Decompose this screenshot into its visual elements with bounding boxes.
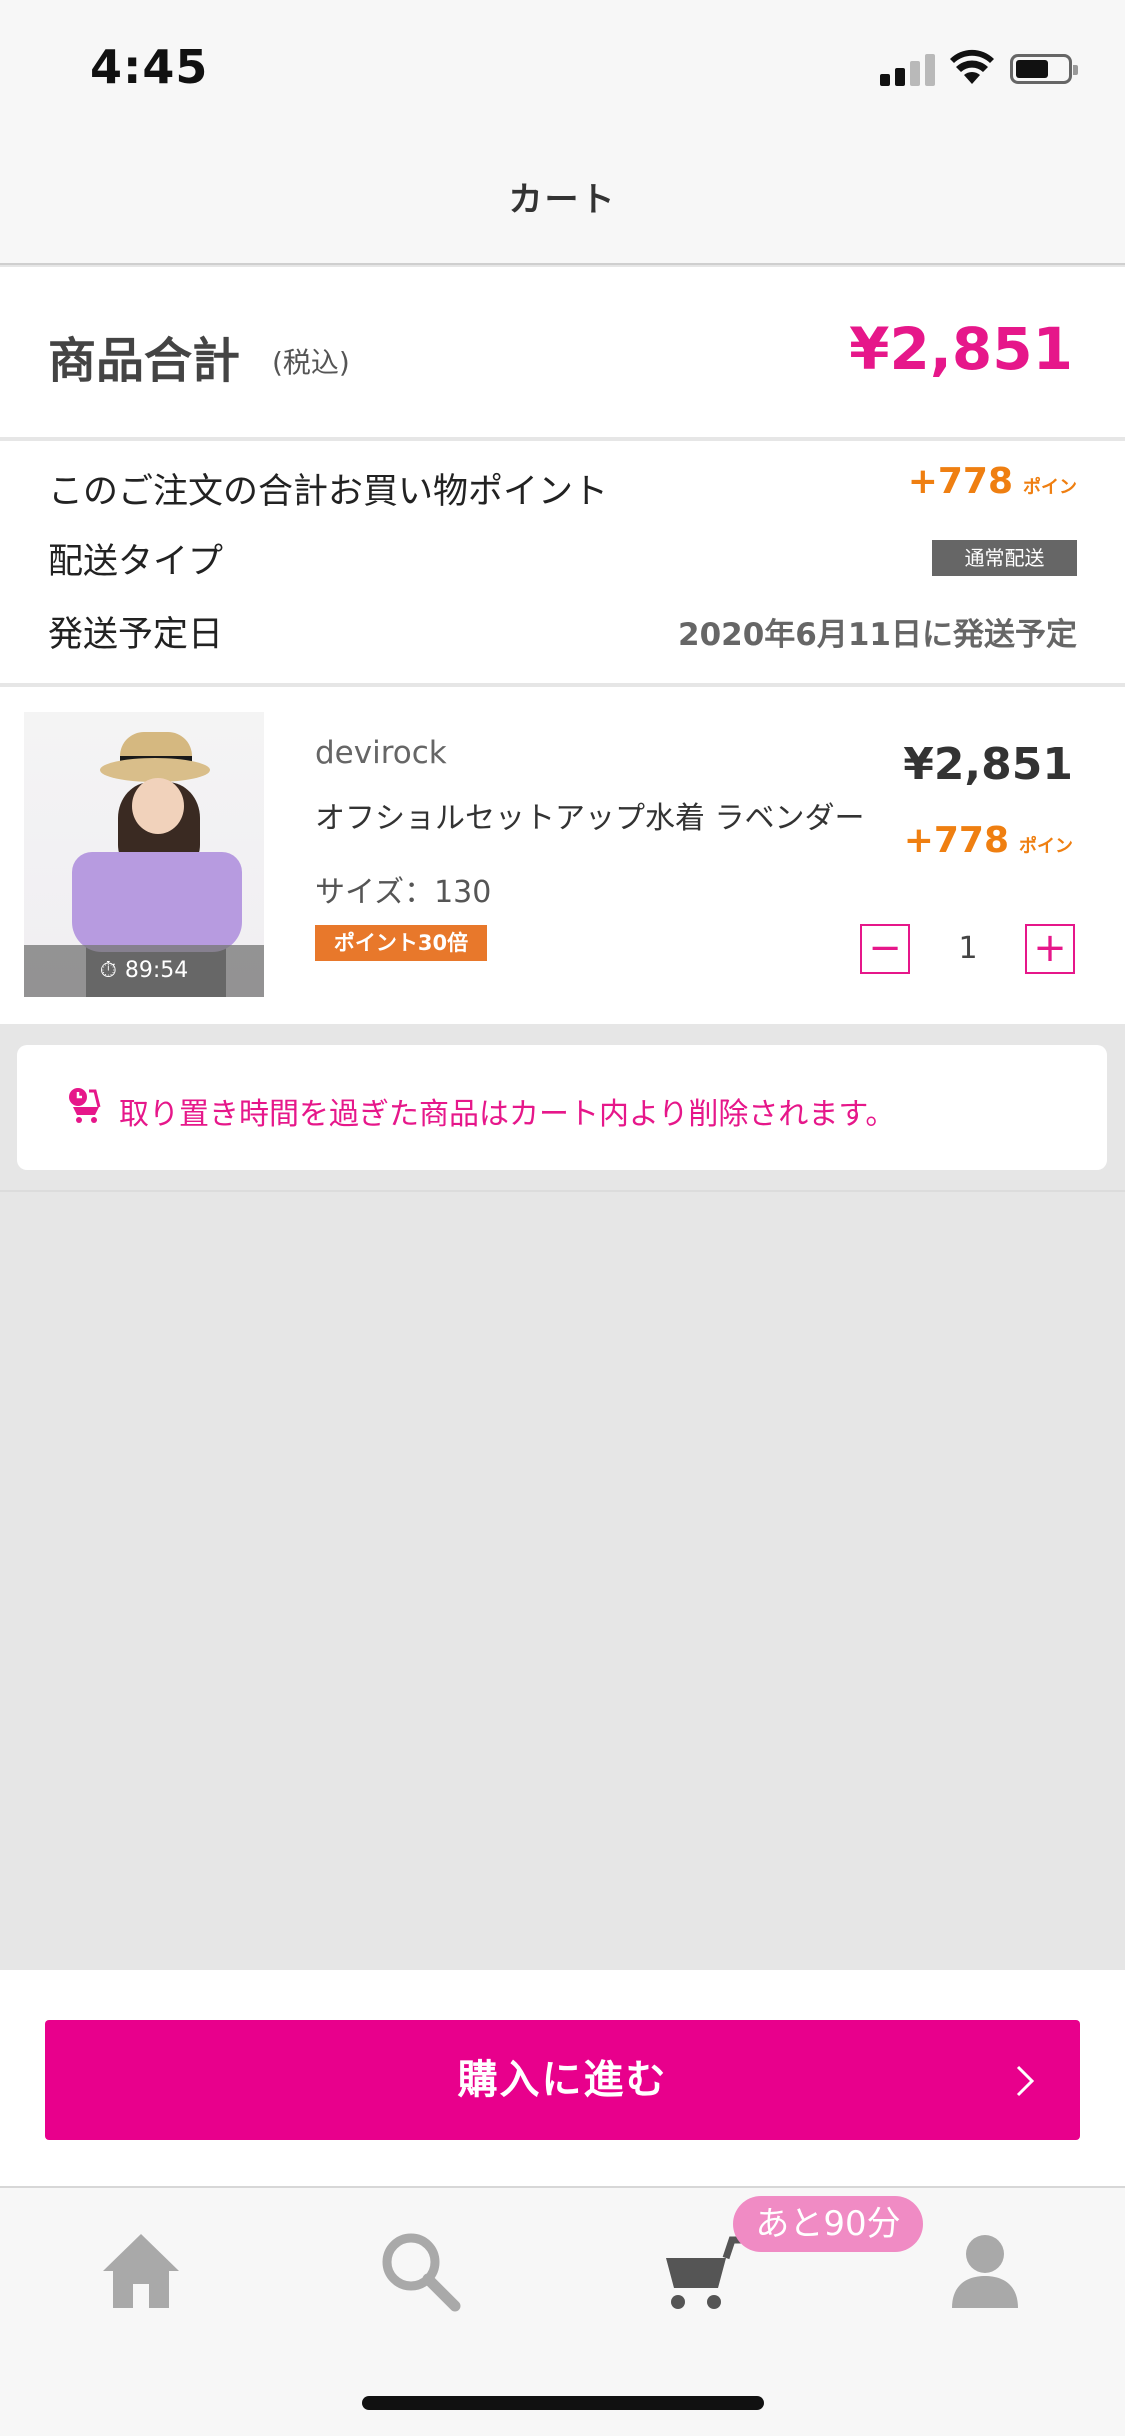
- order-points-unit: ポイン: [1023, 477, 1077, 498]
- tab-home[interactable]: [86, 2216, 196, 2326]
- shipping-type-label: 配送タイプ: [48, 542, 224, 582]
- divider: [0, 1190, 1125, 1192]
- ship-date-value: 2020年6月11日に発送予定: [678, 617, 1077, 653]
- product-size: サイズ：130: [315, 875, 492, 910]
- cart-total-row: 商品合計 (税込) ¥2,851: [0, 267, 1125, 439]
- cart-timer-badge: あと90分: [733, 2196, 923, 2252]
- cart-clock-icon: [69, 1088, 101, 1123]
- shipping-type-badge: 通常配送: [932, 540, 1077, 576]
- navigation-bar: カート: [0, 135, 1125, 265]
- product-brand[interactable]: devirock: [315, 735, 447, 771]
- home-icon: [103, 2234, 179, 2308]
- notice-text: 取り置き時間を過ぎた商品はカート内より削除されます。: [119, 1097, 896, 1132]
- proceed-to-checkout-button[interactable]: 購入に進む: [45, 2020, 1080, 2140]
- product-image[interactable]: ⏱ 89:54: [24, 712, 264, 997]
- cellular-signal-icon: [880, 52, 936, 86]
- search-icon: [382, 2233, 461, 2312]
- points-multiplier-badge: ポイント30倍: [315, 925, 487, 961]
- hold-timer: ⏱ 89:54: [24, 945, 264, 997]
- cart-timer-icon: ⏱: [99, 958, 117, 983]
- order-points: +778 ポイン: [908, 461, 1077, 502]
- product-points-unit: ポイン: [1019, 836, 1073, 857]
- quantity-decrease-button[interactable]: −: [860, 924, 910, 974]
- cart-hold-notice: 取り置き時間を過ぎた商品はカート内より削除されます。: [17, 1045, 1107, 1170]
- product-price: ¥2,851: [903, 739, 1073, 790]
- status-bar: 4:45: [0, 0, 1125, 135]
- cart-item: ⏱ 89:54 devirock オフショルセットアップ水着 ラベンダー サイズ：…: [0, 687, 1125, 1024]
- quantity-increase-button[interactable]: +: [1025, 924, 1075, 974]
- product-name[interactable]: オフショルセットアップ水着 ラベンダー: [315, 793, 865, 837]
- wifi-icon: [950, 49, 994, 84]
- order-info: このご注文の合計お買い物ポイント +778 ポイン 配送タイプ 通常配送 発送予定…: [0, 441, 1125, 685]
- hold-timer-value: 89:54: [124, 958, 189, 983]
- battery-icon: [1010, 54, 1078, 84]
- tab-account[interactable]: [930, 2216, 1040, 2326]
- home-indicator[interactable]: [362, 2396, 764, 2410]
- ship-date-label: 発送予定日: [48, 615, 224, 655]
- product-points-value: +778: [903, 820, 1009, 861]
- person-icon: [952, 2235, 1018, 2308]
- chevron-right-icon: [1016, 2065, 1035, 2097]
- tab-search[interactable]: [365, 2216, 475, 2326]
- checkout-label: 購入に進む: [457, 2057, 668, 2103]
- checkout-area: 購入に進む: [0, 1970, 1125, 2188]
- page-title: カート: [508, 180, 617, 220]
- total-price: ¥2,851: [849, 315, 1073, 383]
- total-label: 商品合計: [48, 333, 241, 389]
- product-points: +778 ポイン: [904, 820, 1073, 861]
- quantity-value: 1: [958, 931, 978, 966]
- tax-included-label: (税込): [272, 346, 350, 379]
- order-points-value: +778: [907, 461, 1013, 502]
- points-label: このご注文の合計お買い物ポイント: [48, 472, 609, 512]
- status-time: 4:45: [90, 40, 209, 94]
